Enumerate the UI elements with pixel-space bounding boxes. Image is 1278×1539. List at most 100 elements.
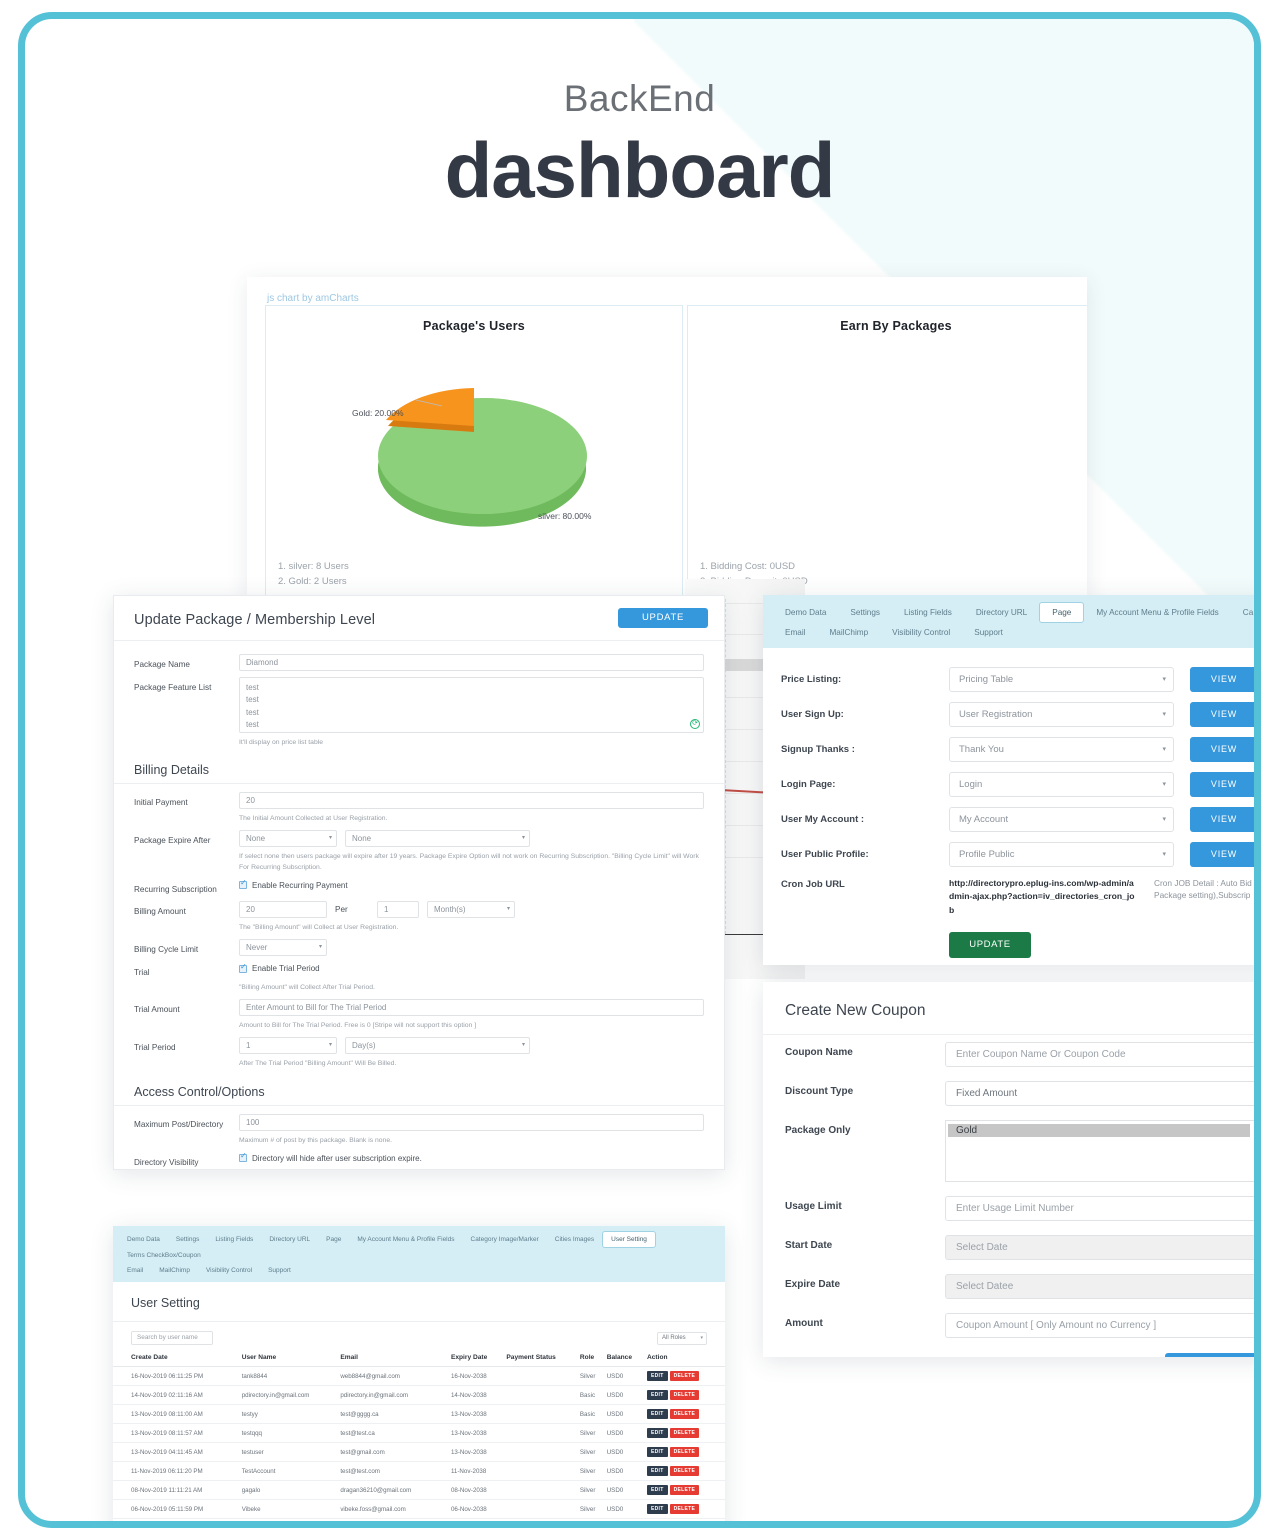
edit-button[interactable]: EDIT xyxy=(647,1447,668,1457)
edit-button[interactable]: EDIT xyxy=(647,1504,668,1514)
user-tab-category-image-marker[interactable]: Category Image/Marker xyxy=(463,1232,547,1247)
table-cell-payment-status xyxy=(504,1499,578,1519)
user-tab-cities-images[interactable]: Cities Images xyxy=(547,1232,602,1247)
billing-cycle-limit-select[interactable]: Never xyxy=(239,939,327,956)
trial-period-value-select[interactable]: 1 xyxy=(239,1037,337,1055)
delete-button[interactable]: DELETE xyxy=(669,1390,700,1400)
tab-listing-fields[interactable]: Listing Fields xyxy=(892,603,964,622)
expire-date-label: Expire Date xyxy=(785,1279,841,1290)
package-name-row: Package Name Diamond xyxy=(114,651,724,674)
table-cell-payment-status xyxy=(504,1480,578,1500)
enable-recurring-checkbox[interactable] xyxy=(239,879,247,890)
edit-button[interactable]: EDIT xyxy=(647,1428,668,1438)
user-tab-user-setting[interactable]: User Setting xyxy=(602,1231,656,1248)
tab-category-image-marker-cut[interactable]: Ca xyxy=(1231,603,1254,622)
tab-visibility-control[interactable]: Visibility Control xyxy=(880,623,962,642)
discount-type-select[interactable]: Fixed Amount xyxy=(945,1081,1254,1106)
role-filter-select[interactable]: All Roles xyxy=(657,1331,707,1345)
user-tab-email[interactable]: Email xyxy=(119,1263,151,1278)
tab-demo-data[interactable]: Demo Data xyxy=(773,603,838,622)
trial-period-unit-select[interactable]: Day(s) xyxy=(345,1037,530,1055)
refresh-icon[interactable]: ⟳ xyxy=(690,719,700,729)
user-tab-listing-fields[interactable]: Listing Fields xyxy=(207,1232,261,1247)
login-page-select[interactable]: Login xyxy=(949,772,1174,797)
edit-button[interactable]: EDIT xyxy=(647,1371,668,1381)
user-tab-directory-url[interactable]: Directory URL xyxy=(261,1232,318,1247)
delete-button[interactable]: DELETE xyxy=(669,1428,700,1438)
tab-support[interactable]: Support xyxy=(962,623,1015,642)
user-tab-settings[interactable]: Settings xyxy=(168,1232,208,1247)
user-tab-demo-data[interactable]: Demo Data xyxy=(119,1232,168,1247)
table-cell-action: EDITDELETE xyxy=(645,1499,725,1519)
search-input[interactable]: Search by user name xyxy=(131,1331,213,1345)
package-expire-select-2[interactable]: None xyxy=(345,830,530,848)
user-tab-page[interactable]: Page xyxy=(318,1232,349,1247)
per-value-input[interactable]: 1 xyxy=(377,900,419,918)
cron-job-url[interactable]: http://directorypro.eplug-ins.com/wp-adm… xyxy=(949,877,1138,917)
feature-list-textarea[interactable]: test test test test xyxy=(239,677,704,733)
tab-email[interactable]: Email xyxy=(773,623,817,642)
delete-button[interactable]: DELETE xyxy=(669,1409,700,1419)
cron-update-button[interactable]: UPDATE xyxy=(949,931,1031,958)
price-listing-select[interactable]: Pricing Table xyxy=(949,667,1174,692)
delete-button[interactable]: DELETE xyxy=(669,1371,700,1381)
package-panel-header: Update Package / Membership Level UPDATE… xyxy=(114,596,724,643)
edit-button[interactable]: EDIT xyxy=(647,1390,668,1400)
price-listing-view-button[interactable]: VIEW xyxy=(1190,667,1254,692)
signup-thanks-row: Signup Thanks : Thank You VIEW xyxy=(763,732,1254,767)
user-public-profile-select[interactable]: Profile Public xyxy=(949,842,1174,867)
legend-item: 1. Bidding Cost: 0USD xyxy=(700,560,796,572)
trial-amount-input[interactable]: Enter Amount to Bill for The Trial Perio… xyxy=(239,999,704,1017)
table-cell-balance: USD0 xyxy=(604,1442,645,1462)
package-only-listbox[interactable]: Gold ▲▼ xyxy=(945,1120,1254,1182)
edit-button[interactable]: EDIT xyxy=(647,1485,668,1495)
delete-button[interactable]: DELETE xyxy=(669,1485,700,1495)
billing-amount-input[interactable]: 20 xyxy=(239,900,327,918)
delete-button[interactable]: DELETE xyxy=(669,1504,700,1514)
table-cell-user-name: testuser xyxy=(239,1442,339,1462)
user-public-profile-view-button[interactable]: VIEW xyxy=(1190,842,1254,867)
login-page-view-button[interactable]: VIEW xyxy=(1190,772,1254,797)
user-my-account-view-button[interactable]: VIEW xyxy=(1190,807,1254,832)
user-my-account-select[interactable]: My Account xyxy=(949,807,1174,832)
package-expire-select-1[interactable]: None xyxy=(239,830,337,848)
package-expire-label: Package Expire After xyxy=(134,836,211,846)
tab-my-account-menu[interactable]: My Account Menu & Profile Fields xyxy=(1084,603,1230,622)
user-tab-support[interactable]: Support xyxy=(260,1263,299,1278)
directory-visibility-checkbox[interactable] xyxy=(239,1152,247,1163)
enable-trial-checkbox[interactable] xyxy=(239,963,247,973)
amount-input[interactable]: Coupon Amount [ Only Amount no Currency … xyxy=(945,1313,1254,1338)
user-tab-visibility-control[interactable]: Visibility Control xyxy=(198,1263,260,1278)
signup-thanks-view-button[interactable]: VIEW xyxy=(1190,737,1254,762)
signup-thanks-select[interactable]: Thank You xyxy=(949,737,1174,762)
tab-mailchimp[interactable]: MailChimp xyxy=(817,623,880,642)
directory-visibility-row: Directory Visibility Directory will hide… xyxy=(114,1149,724,1169)
package-only-option-gold[interactable]: Gold xyxy=(948,1124,1250,1137)
user-tab-mailchimp[interactable]: MailChimp xyxy=(151,1263,198,1278)
delete-button[interactable]: DELETE xyxy=(669,1466,700,1476)
usage-limit-input[interactable]: Enter Usage Limit Number xyxy=(945,1196,1254,1221)
edit-button[interactable]: EDIT xyxy=(647,1466,668,1476)
tab-settings[interactable]: Settings xyxy=(838,603,892,622)
expire-date-input[interactable]: Select Datee xyxy=(945,1274,1254,1299)
user-tab-terms-checkbox-coupon[interactable]: Terms CheckBox/Coupon xyxy=(119,1248,209,1263)
per-unit-select[interactable]: Month(s) xyxy=(427,900,515,918)
edit-button[interactable]: EDIT xyxy=(647,1409,668,1419)
user-signup-view-button[interactable]: VIEW xyxy=(1190,702,1254,727)
max-post-input[interactable]: 100 xyxy=(239,1113,704,1131)
table-cell-create-date: 16-Nov-2019 06:11:25 PM xyxy=(113,1366,240,1386)
user-signup-select[interactable]: User Registration xyxy=(949,702,1174,727)
tab-directory-url[interactable]: Directory URL xyxy=(964,603,1039,622)
update-package-button-top[interactable]: UPDATE PACKAGE xyxy=(618,608,708,643)
table-cell-create-date: 06-Nov-2019 05:11:59 PM xyxy=(113,1499,240,1519)
save-coupon-button[interactable]: SAVE COUPON xyxy=(1165,1353,1254,1357)
package-name-input[interactable]: Diamond xyxy=(239,654,704,671)
delete-button[interactable]: DELETE xyxy=(669,1447,700,1457)
start-date-input[interactable]: Select Date xyxy=(945,1235,1254,1260)
user-tab-my-account-menu[interactable]: My Account Menu & Profile Fields xyxy=(349,1232,462,1247)
table-cell-payment-status xyxy=(504,1442,578,1462)
coupon-name-input[interactable]: Enter Coupon Name Or Coupon Code xyxy=(945,1042,1254,1067)
initial-payment-input[interactable]: 20 xyxy=(239,792,704,810)
pie-label-gold: Gold: 20.00% xyxy=(352,408,404,418)
tab-page[interactable]: Page xyxy=(1039,602,1085,623)
